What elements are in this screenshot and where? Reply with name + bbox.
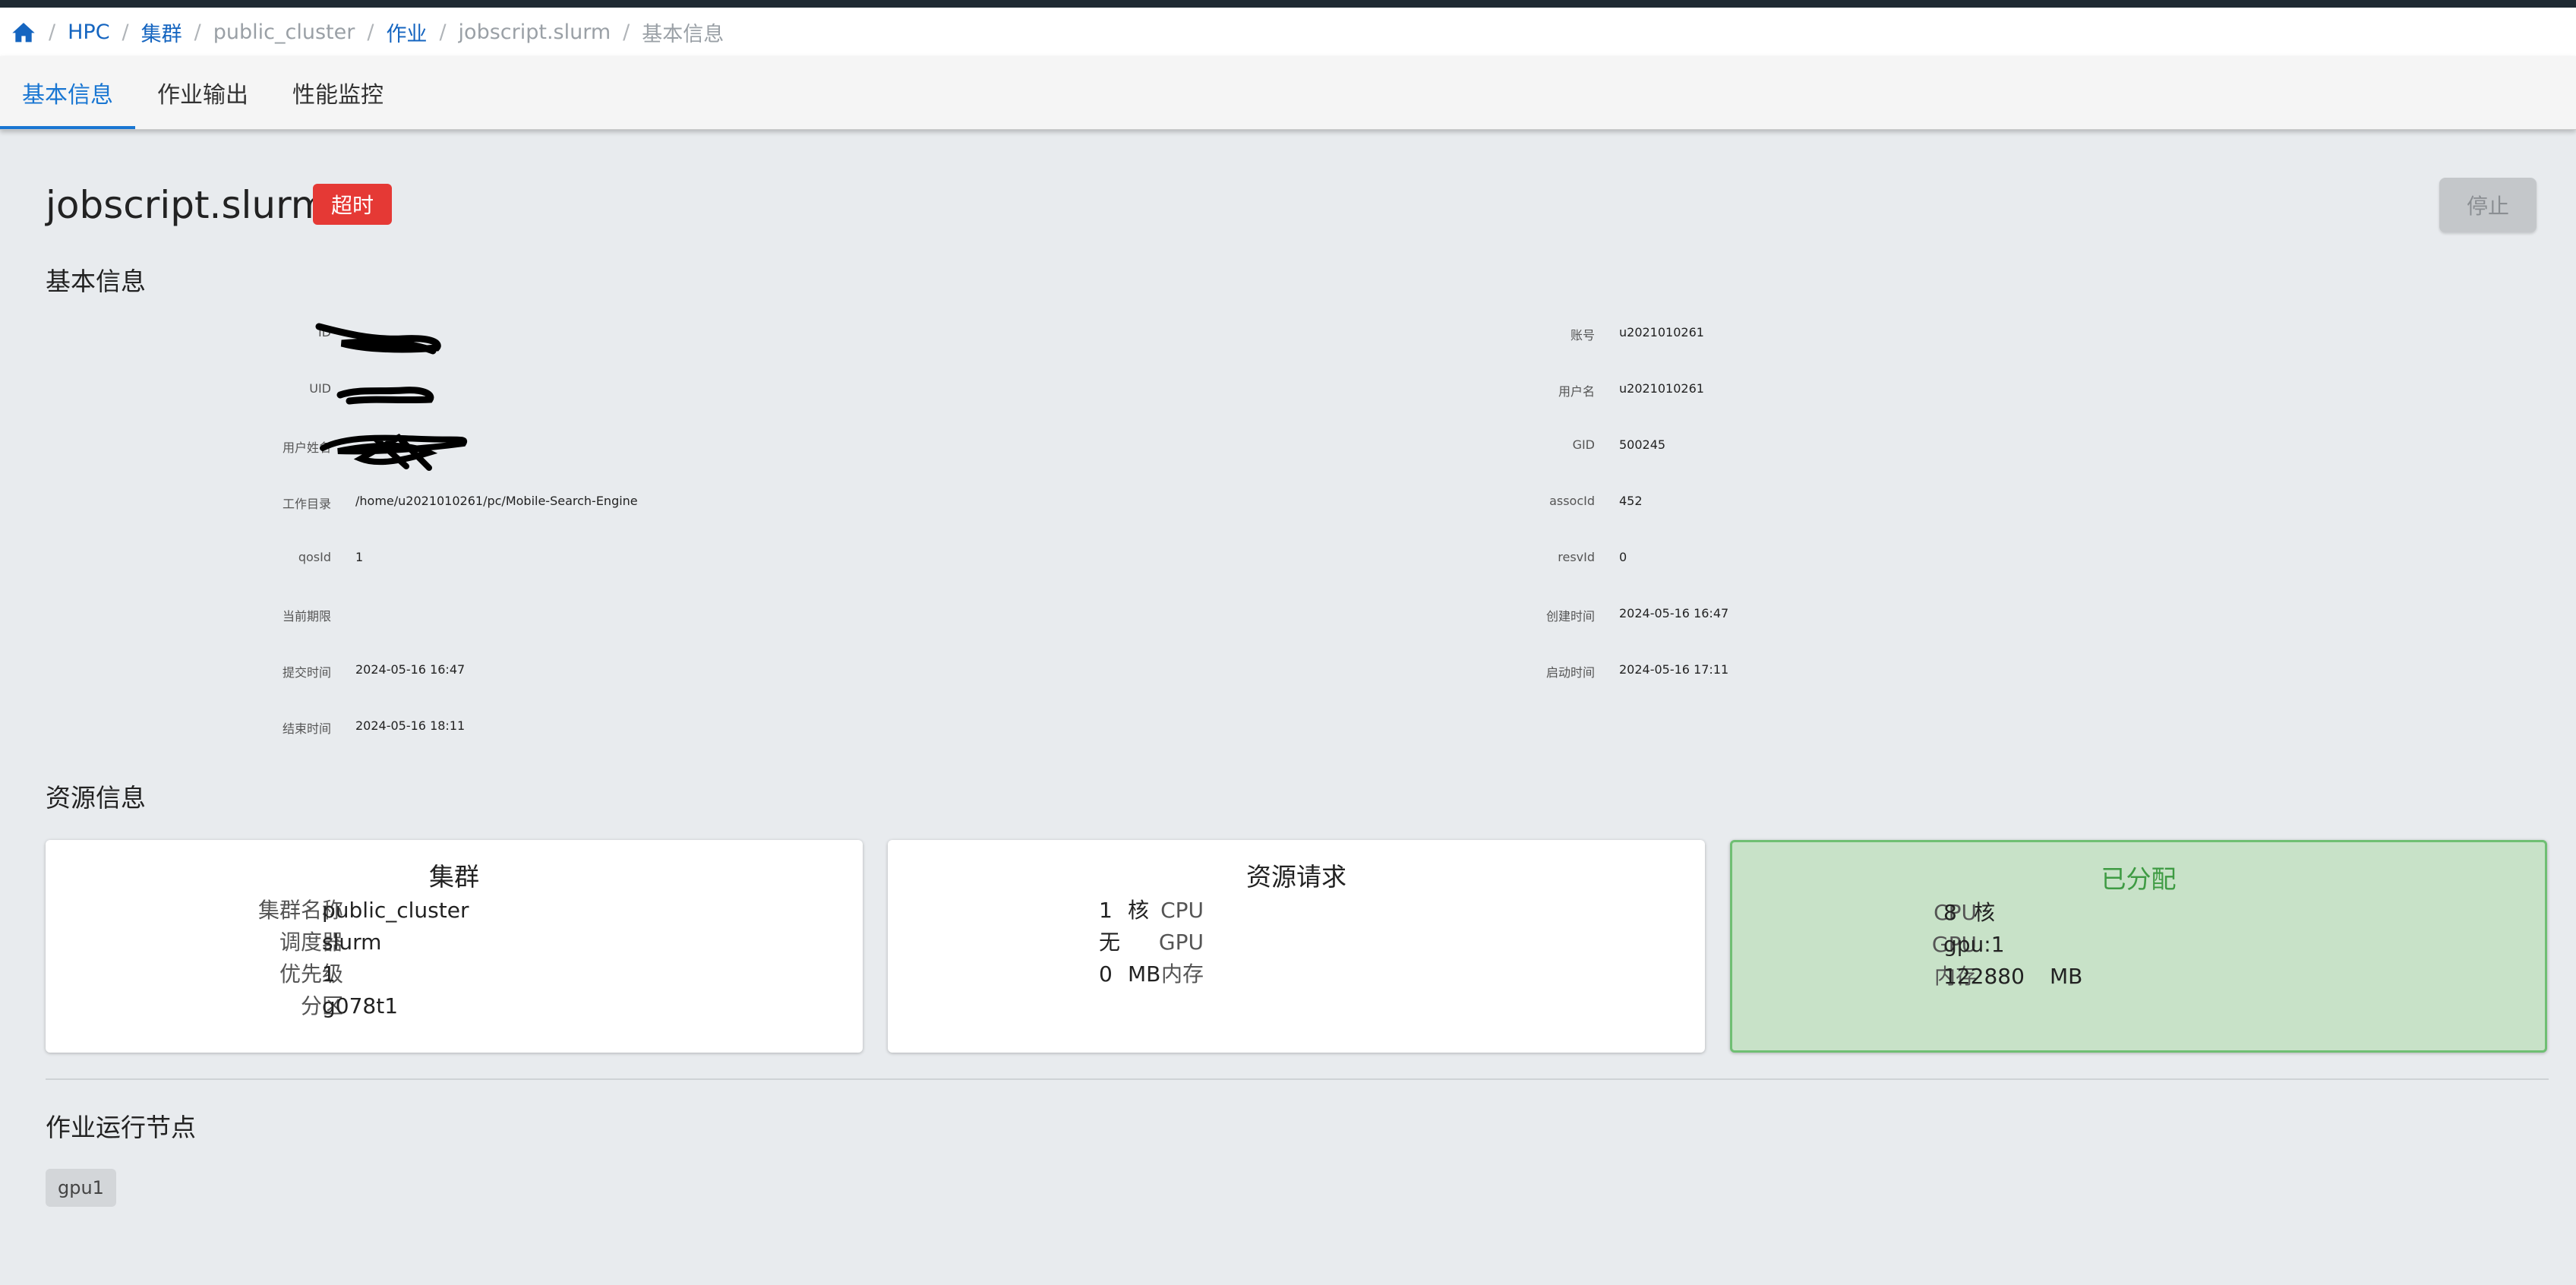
card-title-request: 资源请求 xyxy=(1246,862,1346,892)
section-title-basic: 基本信息 xyxy=(46,267,146,296)
node-chip[interactable]: gpu1 xyxy=(46,1169,116,1207)
info-label-gid: GID xyxy=(1572,437,1595,452)
info-label-deadline: 当前期限 xyxy=(282,609,331,624)
breadcrumb-separator: / xyxy=(194,20,201,44)
info-label-qosid: qosId xyxy=(298,550,331,564)
breadcrumb-hpc[interactable]: HPC xyxy=(68,21,109,44)
allocated-row-gpu: GPU gpu:1 xyxy=(1732,929,2545,961)
card-title-allocated: 已分配 xyxy=(2101,864,2177,894)
request-row-cpu: CPU 1 核 xyxy=(888,895,1705,927)
breadcrumb-job: jobscript.slurm xyxy=(458,20,611,44)
breadcrumb-jobs[interactable]: 作业 xyxy=(386,17,427,47)
cluster-row-partition: 分区 g078t1 xyxy=(46,990,863,1022)
request-row-label: CPU xyxy=(1160,898,1204,923)
redaction-mark xyxy=(320,434,468,471)
breadcrumb-separator: / xyxy=(367,20,374,44)
info-value-workdir: /home/u2021010261/pc/Mobile-Search-Engin… xyxy=(355,494,638,508)
allocated-row-value: 122880 xyxy=(1943,964,2025,989)
allocated-row-unit: MB xyxy=(2050,964,2083,989)
allocated-row-value: gpu:1 xyxy=(1943,932,2005,957)
home-icon[interactable] xyxy=(11,19,36,45)
cluster-row-value: g078t1 xyxy=(322,993,399,1018)
tab-job-output[interactable]: 作业输出 xyxy=(135,56,270,129)
section-title-nodes: 作业运行节点 xyxy=(46,1113,196,1142)
top-bar xyxy=(0,0,2576,8)
request-row-value: 1 xyxy=(1099,898,1113,923)
info-label-end-time: 结束时间 xyxy=(282,721,331,736)
info-value-qosid: 1 xyxy=(355,550,364,564)
request-row-label: 内存 xyxy=(1160,961,1204,987)
request-row-value: 0 xyxy=(1099,961,1113,987)
info-label-id: ID xyxy=(317,325,331,339)
redaction-mark xyxy=(315,323,441,355)
info-label-resvid: resvId xyxy=(1558,550,1595,564)
info-label-username: 用户名 xyxy=(1558,384,1595,399)
breadcrumb-cluster-name: public_cluster xyxy=(213,20,355,44)
info-label-uid: UID xyxy=(309,381,331,396)
info-label-associd: assocId xyxy=(1549,494,1595,508)
tab-performance[interactable]: 性能监控 xyxy=(270,56,406,129)
request-row-value: 无 xyxy=(1099,930,1121,955)
info-value-resvid: 0 xyxy=(1619,550,1627,564)
cluster-row-priority: 优先级 1 xyxy=(46,958,863,990)
info-value-account: u2021010261 xyxy=(1619,325,1704,339)
cluster-row-value: 1 xyxy=(322,961,336,987)
info-value-associd: 452 xyxy=(1619,494,1643,508)
breadcrumb-separator: / xyxy=(49,20,56,44)
allocated-row-value: 8 xyxy=(1943,900,1957,925)
info-value-username: u2021010261 xyxy=(1619,381,1704,396)
breadcrumb-cluster[interactable]: 集群 xyxy=(141,17,182,47)
tab-bar: 基本信息 作业输出 性能监控 xyxy=(0,56,2576,130)
request-row-gpu: GPU 无 xyxy=(888,927,1705,958)
request-row-memory: 内存 0 MB xyxy=(888,958,1705,990)
info-value-gid: 500245 xyxy=(1619,437,1666,452)
allocated-row-memory: 内存 122880 MB xyxy=(1732,961,2545,993)
request-row-unit: 核 xyxy=(1128,898,1150,923)
info-value-start-time: 2024-05-16 17:11 xyxy=(1619,662,1729,677)
request-row-label: GPU xyxy=(1158,930,1204,955)
cluster-row-value: public_cluster xyxy=(322,898,469,923)
breadcrumb-separator: / xyxy=(439,20,447,44)
card-allocated: 已分配 CPU 8 核 GPU gpu:1 内存 122880 MB xyxy=(1730,840,2547,1053)
breadcrumb-current: 基本信息 xyxy=(642,22,724,46)
info-label-account: 账号 xyxy=(1570,328,1595,343)
cluster-row-scheduler: 调度器 slurm xyxy=(46,927,863,958)
breadcrumb-separator: / xyxy=(623,20,630,44)
breadcrumb-separator: / xyxy=(122,20,129,44)
info-value-end-time: 2024-05-16 18:11 xyxy=(355,718,466,733)
info-label-workdir: 工作目录 xyxy=(282,497,331,511)
stop-button[interactable]: 停止 xyxy=(2439,178,2537,232)
info-value-submit-time: 2024-05-16 16:47 xyxy=(355,662,466,677)
info-value-create-time: 2024-05-16 16:47 xyxy=(1619,606,1729,620)
status-badge: 超时 xyxy=(313,184,393,225)
divider xyxy=(46,1078,2549,1080)
info-label-user-realname: 用户姓名 xyxy=(282,440,331,455)
card-resource-request: 资源请求 CPU 1 核 GPU 无 内存 0 MB xyxy=(888,840,1705,1053)
section-title-resources: 资源信息 xyxy=(46,783,146,813)
breadcrumb: / HPC / 集群 / public_cluster / 作业 / jobsc… xyxy=(0,8,2576,56)
card-cluster: 集群 集群名称 public_cluster 调度器 slurm 优先级 1 分… xyxy=(46,840,863,1053)
cluster-row-value: slurm xyxy=(322,930,382,955)
allocated-row-unit: 核 xyxy=(1974,900,1996,925)
request-row-unit: MB xyxy=(1128,961,1161,987)
info-label-create-time: 创建时间 xyxy=(1545,609,1595,624)
page-title: jobscript.slurm xyxy=(46,183,328,227)
redaction-mark xyxy=(336,387,434,405)
card-title-cluster: 集群 xyxy=(429,862,479,892)
info-label-start-time: 启动时间 xyxy=(1545,665,1595,680)
info-label-submit-time: 提交时间 xyxy=(282,665,331,680)
allocated-row-cpu: CPU 8 核 xyxy=(1732,897,2545,929)
tab-basic-info[interactable]: 基本信息 xyxy=(0,56,135,129)
cluster-row-name: 集群名称 public_cluster xyxy=(46,895,863,927)
